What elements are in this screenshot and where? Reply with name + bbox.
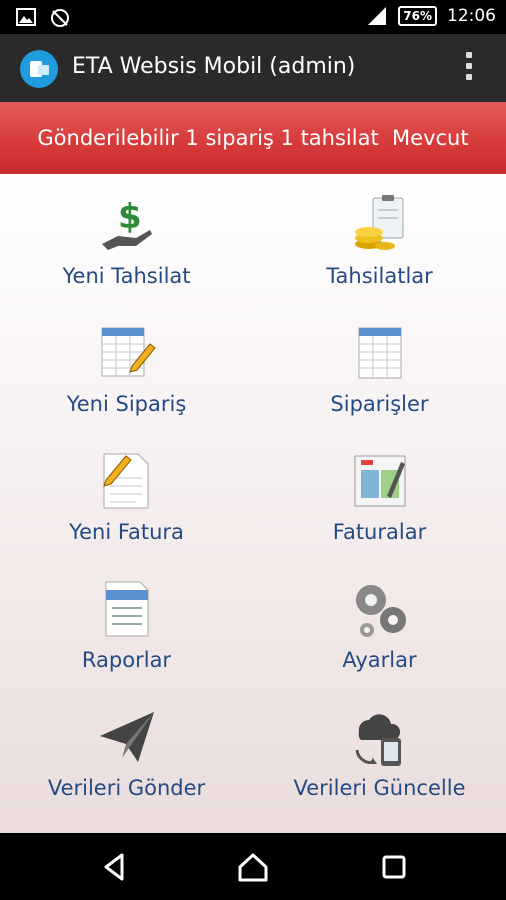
main-menu: $ Yeni Tahsilat Tahsilatlar Yeni Sipariş… [0, 174, 506, 833]
menu-item-verileri-guncelle[interactable]: Verileri Güncelle [253, 686, 506, 814]
menu-label: Ayarlar [342, 648, 417, 672]
menu-item-ayarlar[interactable]: Ayarlar [253, 558, 506, 686]
menu-item-faturalar[interactable]: Faturalar [253, 430, 506, 558]
menu-label: Verileri Gönder [47, 776, 206, 800]
money-hand-icon: $ [102, 197, 152, 250]
menu-label: Yeni Fatura [69, 520, 184, 544]
menu-label: Tahsilatlar [326, 264, 433, 288]
app-logo-icon [20, 50, 58, 88]
menu-item-yeni-siparis[interactable]: Yeni Sipariş [0, 302, 253, 430]
menu-item-siparisler[interactable]: Siparişler [253, 302, 506, 430]
invoice-pencil-icon [103, 453, 149, 509]
svg-text:$: $ [118, 197, 142, 237]
menu-label: Faturalar [332, 520, 427, 544]
gears-icon [356, 585, 406, 637]
back-icon[interactable] [96, 851, 136, 883]
menu-item-raporlar[interactable]: Raporlar [0, 558, 253, 686]
coins-clipboard-icon [355, 195, 404, 250]
menu-label: Verileri Güncelle [293, 776, 466, 800]
menu-item-verileri-gonder[interactable]: Verileri Gönder [0, 686, 253, 814]
menu-item-yeni-fatura[interactable]: Yeni Fatura [0, 430, 253, 558]
menu-label: Yeni Sipariş [66, 392, 187, 416]
report-icon [105, 581, 149, 637]
image-notification-icon [16, 8, 36, 26]
home-icon[interactable] [233, 851, 273, 883]
menu-label: Raporlar [81, 648, 172, 672]
app-title: ETA Websis Mobil (admin) [72, 54, 356, 79]
menu-label: Siparişler [330, 392, 429, 416]
invoice-icon [354, 455, 406, 507]
cloud-sync-icon [355, 714, 401, 766]
menu-item-yeni-tahsilat[interactable]: $ Yeni Tahsilat [0, 174, 253, 302]
battery-indicator: 76% [398, 6, 437, 26]
paper-plane-icon [100, 712, 154, 762]
status-bar: 76% 12:06 [0, 0, 506, 34]
overflow-menu-icon[interactable] [466, 52, 472, 80]
navigation-bar [0, 833, 506, 900]
recent-apps-icon[interactable] [374, 851, 414, 883]
spreadsheet-icon [358, 327, 402, 379]
clock: 12:06 [447, 6, 496, 26]
spreadsheet-pencil-icon [101, 327, 156, 377]
pending-banner: Gönderilebilir 1 sipariş 1 tahsilat Mevc… [0, 102, 506, 174]
signal-icon [368, 7, 387, 25]
pending-banner-text: Gönderilebilir 1 sipariş 1 tahsilat Mevc… [37, 126, 469, 150]
no-sync-icon [51, 9, 69, 27]
menu-item-tahsilatlar[interactable]: Tahsilatlar [253, 174, 506, 302]
app-bar: ETA Websis Mobil (admin) [0, 34, 506, 102]
menu-label: Yeni Tahsilat [62, 264, 191, 288]
